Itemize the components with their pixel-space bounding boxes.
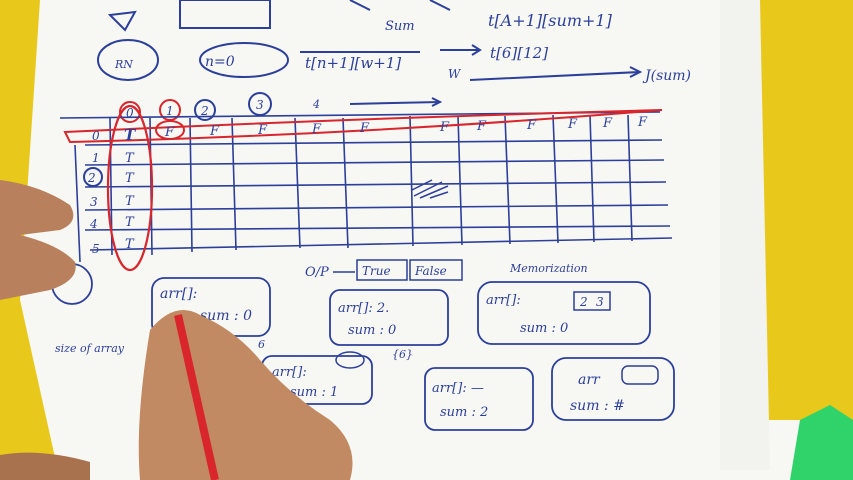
cell-5-0: T <box>125 237 135 252</box>
cell-2-0: T <box>125 171 135 186</box>
cell-4-0: T <box>125 215 135 230</box>
row-header-5: 5 <box>92 242 100 256</box>
cell-0-2: F <box>209 124 220 139</box>
col-header-4: 4 <box>312 98 320 111</box>
box-4-arr: arr[]: <box>272 365 307 380</box>
cell-0-1: F <box>164 125 175 140</box>
row-header-2: 2 <box>87 171 96 185</box>
row-header-4: 4 <box>89 217 98 231</box>
cell-0-4: F <box>311 122 322 137</box>
formula-left: t[n+1][w+1] <box>305 54 401 72</box>
box-3-cell-1: 3 <box>596 295 604 309</box>
cell-0-10: F <box>602 116 613 131</box>
cell-0-7: F <box>476 119 487 134</box>
output-true: True <box>362 264 391 278</box>
cell-0-0: T <box>124 126 137 144</box>
box-3-sum: sum : 0 <box>520 321 568 336</box>
sum-label: Sum <box>385 19 415 34</box>
memo-label: Memorization <box>509 262 588 275</box>
cell-1-0: T <box>125 151 135 166</box>
output-false: False <box>414 264 447 278</box>
formula-main: t[A+1][sum+1] <box>488 11 613 30</box>
box-3-cell-0: 2 <box>579 295 588 309</box>
box-3-arr: arr[]: <box>486 293 521 308</box>
col-header-3: 3 <box>256 98 264 112</box>
n-label: n=0 <box>205 54 235 70</box>
circle-label: RN <box>114 58 133 71</box>
box-2-arr: arr[]: 2. <box>338 301 389 316</box>
box-5-arr: arr[]: — <box>432 381 484 396</box>
row-header-3: 3 <box>90 195 98 209</box>
col-header-1: 1 <box>166 104 174 118</box>
cell-0-3: F <box>257 123 268 138</box>
box-6-arr: arr <box>578 372 601 388</box>
box-4-after: {6} <box>392 348 413 361</box>
j-sum-label: J(sum) <box>642 68 691 84</box>
formula-right: t[6][12] <box>490 44 548 62</box>
cell-0-8: F <box>526 118 537 133</box>
w-label: W <box>448 67 462 81</box>
cell-0-11: F <box>637 115 648 130</box>
output-label: O/P <box>305 265 329 280</box>
cell-0-9: F <box>567 117 578 132</box>
cell-3-0: T <box>125 194 135 209</box>
photo-scene: RN n=0 Sum t[A+1][sum+1] t[n+1][w+1] t[6… <box>0 0 853 480</box>
row-header-0: 0 <box>92 129 100 143</box>
size-note: size of array <box>55 342 125 355</box>
row-header-1: 1 <box>92 151 100 165</box>
box-1-arrow: 6 <box>258 338 265 351</box>
box-5-sum: sum : 2 <box>440 405 488 420</box>
box-1-arr: arr[]: <box>160 286 197 302</box>
cell-0-6: F <box>439 120 450 135</box>
box-6-sum: sum : # <box>570 398 625 414</box>
cell-0-5: F <box>359 121 370 136</box>
box-2-sum: sum : 0 <box>348 323 396 338</box>
